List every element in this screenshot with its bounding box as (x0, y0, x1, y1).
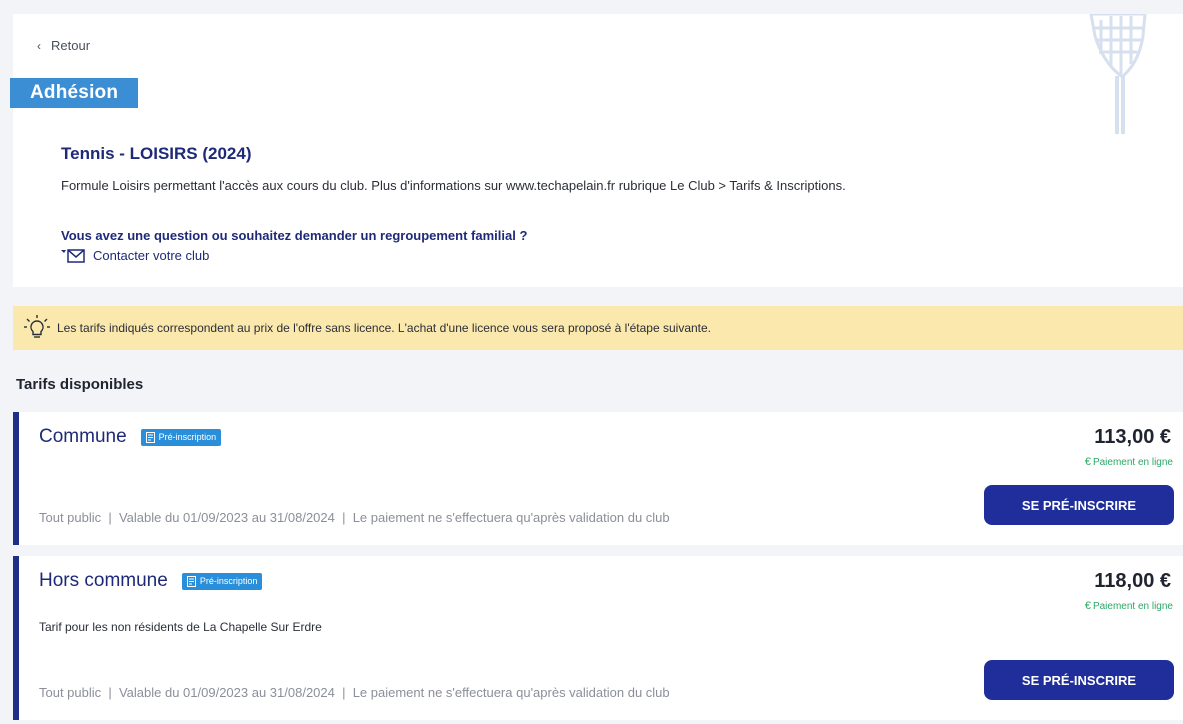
top-strip (0, 0, 1183, 12)
tennis-racket-icon (1089, 14, 1147, 134)
lightbulb-icon (24, 315, 50, 338)
form-icon (145, 431, 155, 443)
adhesion-tag: Adhésion (10, 78, 139, 108)
tarif-card-hors-commune: Hors commune Pré-inscription 118,00 € € … (13, 556, 1183, 720)
pre-inscription-badge: Pré-inscription (140, 428, 222, 446)
form-icon (186, 575, 196, 587)
back-link[interactable]: ‹ Retour (37, 38, 90, 53)
tarif-price: 113,00 € (1094, 426, 1171, 448)
chevron-left-icon: ‹ (37, 38, 41, 53)
badge-label: Pré-inscription (158, 432, 217, 442)
section-title-tarifs: Tarifs disponibles (16, 376, 144, 393)
tarif-name-row: Commune Pré-inscription (39, 426, 222, 448)
pre-inscription-badge: Pré-inscription (181, 572, 263, 590)
question-text: Vous avez une question ou souhaitez dema… (61, 228, 528, 243)
payment-online: € Paiement en ligne (1085, 456, 1173, 468)
euro-icon: € (1084, 600, 1091, 612)
info-banner-text: Les tarifs indiqués correspondent au pri… (57, 321, 712, 335)
pre-register-button[interactable]: SE PRÉ-INSCRIRE (984, 485, 1174, 525)
pre-register-button[interactable]: SE PRÉ-INSCRIRE (984, 660, 1174, 700)
euro-icon: € (1084, 456, 1091, 468)
offer-title: Tennis - LOISIRS (2024) (61, 144, 252, 163)
payment-label: Paiement en ligne (1092, 600, 1173, 612)
contact-label: Contacter votre club (93, 248, 210, 263)
badge-label: Pré-inscription (199, 576, 258, 586)
offer-description: Formule Loisirs permettant l'accès aux c… (61, 178, 846, 193)
tarif-name: Commune (39, 426, 127, 447)
back-label: Retour (51, 38, 91, 53)
payment-label: Paiement en ligne (1092, 456, 1173, 468)
info-banner: Les tarifs indiqués correspondent au pri… (13, 306, 1183, 350)
tarif-name-row: Hors commune Pré-inscription (39, 570, 263, 592)
tarif-name: Hors commune (39, 570, 168, 591)
contact-club-link[interactable]: Contacter votre club (61, 248, 209, 263)
tarif-meta: Tout public | Valable du 01/09/2023 au 3… (39, 510, 670, 525)
tarif-price: 118,00 € (1094, 570, 1171, 592)
tarif-subtitle: Tarif pour les non résidents de La Chape… (39, 620, 322, 634)
tarif-meta: Tout public | Valable du 01/09/2023 au 3… (39, 685, 670, 700)
mail-icon (61, 248, 85, 263)
tarif-card-commune: Commune Pré-inscription 113,00 € € Paiem… (13, 412, 1183, 545)
offer-header-card: ‹ Retour Adhésion Tennis - LOISIRS (2024… (10, 14, 1183, 287)
payment-online: € Paiement en ligne (1085, 600, 1173, 612)
